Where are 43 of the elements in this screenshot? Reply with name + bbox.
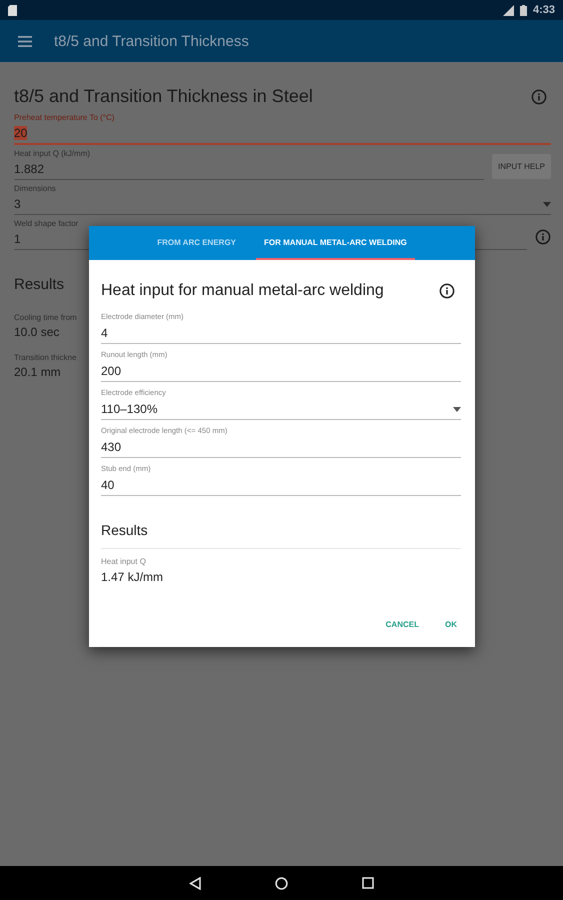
field-label: Weld shape factor	[14, 219, 80, 228]
battery-icon	[520, 4, 527, 16]
home-icon[interactable]	[275, 876, 288, 890]
tab[interactable]: FROM ARC ENERGY	[149, 226, 244, 260]
result-value: 20.1 mm	[14, 365, 61, 379]
input-field[interactable]: Preheat temperature To (°C) 20	[14, 113, 551, 145]
tab[interactable]: FOR MANUAL METAL-ARC WELDING	[256, 226, 415, 260]
field-value: 40	[101, 478, 114, 492]
app-title: t8/5 and Transition Thickness	[54, 32, 249, 50]
back-icon[interactable]	[189, 876, 201, 890]
dialog-button[interactable]: OK	[435, 614, 467, 635]
result-value: 10.0 sec	[14, 325, 60, 339]
dropdown-caret-icon	[453, 406, 461, 412]
field-value: 1.882	[14, 162, 44, 176]
status-time: 4:33	[532, 4, 555, 16]
field-value: 4	[101, 326, 108, 340]
dropdown-field[interactable]: Dimensions 3	[14, 184, 551, 215]
field-label: Preheat temperature To (°C)	[14, 113, 116, 122]
input-help-button[interactable]: INPUT HELP	[492, 154, 551, 179]
signal-icon	[502, 4, 514, 16]
results-heading: Results	[14, 276, 64, 293]
result-label: Transition thickne	[14, 353, 76, 362]
recents-icon[interactable]	[362, 877, 374, 889]
field-value: 200	[101, 364, 122, 378]
menu-icon[interactable]	[18, 36, 32, 46]
dropdown-caret-icon	[543, 202, 551, 206]
field-value: 430	[101, 440, 122, 454]
field-label: Heat input Q (kJ/mm)	[14, 149, 92, 158]
field-value: 110–130%	[101, 402, 158, 416]
page-title: t8/5 and Transition Thickness in Steel	[14, 86, 313, 107]
result-label: Heat input Q	[101, 557, 147, 566]
dialog-button[interactable]: CANCEL	[376, 614, 429, 635]
result-value: 1.47 kJ/mm	[101, 570, 164, 584]
input-field[interactable]: Heat input Q (kJ/mm) 1.882	[14, 149, 484, 180]
info-icon[interactable]	[439, 283, 455, 299]
results-heading: Results	[101, 502, 461, 549]
dialog-title: Heat input for manual metal-arc welding	[101, 282, 384, 300]
sd-card-icon	[8, 4, 17, 16]
field-value: 20	[14, 126, 28, 140]
field-label: Dimensions	[14, 184, 57, 193]
field-value: 1	[14, 232, 21, 246]
result-label: Cooling time from	[14, 313, 77, 322]
field-value: 3	[14, 197, 21, 211]
